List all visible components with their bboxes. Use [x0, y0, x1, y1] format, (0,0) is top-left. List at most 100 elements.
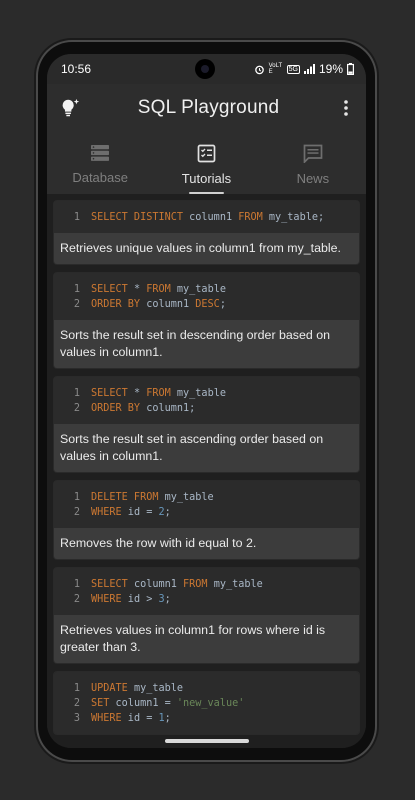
- tab-news[interactable]: News: [260, 132, 366, 194]
- line-number: 2: [73, 403, 80, 414]
- battery-icon: [347, 63, 354, 75]
- alarm-icon: [254, 65, 264, 74]
- line-number: 1: [73, 284, 80, 295]
- code-token: SELECT: [91, 388, 128, 399]
- tutorial-description: Removes the row with id equal to 2.: [54, 528, 359, 559]
- tab-bar: Database Tutorials News: [47, 132, 366, 195]
- code-token: ;: [164, 507, 171, 518]
- code-line: 1 SELECT * FROM my_table: [62, 282, 351, 297]
- code-token: ;: [164, 713, 171, 724]
- code-line: 1 DELETE FROM my_table: [62, 490, 351, 505]
- code-token: SELECT: [91, 284, 128, 295]
- code-token: FROM: [146, 388, 171, 399]
- battery-percent: 19%: [318, 62, 343, 76]
- tutorial-card[interactable]: 1 DELETE FROM my_table 2 WHERE id = 2; Remov…: [53, 480, 360, 560]
- signal-icon: [303, 64, 315, 74]
- code-token: ORDER BY: [91, 403, 141, 414]
- code-token: my_table: [207, 579, 263, 590]
- code-token: WHERE: [91, 507, 122, 518]
- tutorial-card[interactable]: 1 SELECT column1 FROM my_table 2 WHERE id >…: [53, 567, 360, 664]
- code-token: WHERE: [91, 594, 122, 605]
- code-token: my_table: [170, 388, 226, 399]
- code-token: SET: [91, 698, 110, 709]
- status-bar: 10:56 VoLTE 5G 19%: [47, 54, 366, 84]
- side-button: [375, 150, 378, 194]
- code-token: *: [127, 284, 147, 295]
- code-token: 'new_value': [176, 698, 245, 709]
- more-vert-icon[interactable]: [336, 98, 356, 118]
- code-line: 1 SELECT * FROM my_table: [62, 386, 351, 401]
- line-number: 1: [73, 212, 80, 223]
- tab-database-label: Database: [72, 170, 128, 185]
- code-token: FROM: [183, 579, 208, 590]
- sql-code-block: 1 SELECT DISTINCT column1 FROM my_table;: [54, 201, 359, 233]
- code-token: DESC: [195, 299, 220, 310]
- line-number: 2: [73, 507, 80, 518]
- code-token: my_table: [127, 683, 184, 694]
- tutorial-description: Sorts the result set in ascending order …: [54, 424, 359, 472]
- code-line: 1 SELECT column1 FROM my_table: [62, 577, 351, 592]
- tutorials-icon: [197, 144, 216, 163]
- code-token: DELETE FROM: [91, 492, 159, 503]
- code-token: column1;: [140, 403, 196, 414]
- code-line: 1 SELECT DISTINCT column1 FROM my_table;: [62, 210, 351, 225]
- tab-tutorials-label: Tutorials: [181, 171, 232, 186]
- volte-label: VoLTE: [268, 63, 283, 75]
- line-number: 1: [73, 579, 80, 590]
- code-token: *: [127, 388, 147, 399]
- code-token: my_table: [170, 284, 226, 295]
- app-bar: SQL Playground: [47, 84, 366, 132]
- code-token: id =: [121, 507, 159, 518]
- sql-code-block: 1 SELECT * FROM my_table 2 ORDER BY column1…: [54, 377, 359, 424]
- tab-tutorials[interactable]: Tutorials: [153, 132, 259, 194]
- code-token: SELECT DISTINCT: [91, 212, 184, 223]
- code-token: SELECT: [91, 579, 128, 590]
- news-icon: [303, 144, 323, 163]
- code-token: FROM: [238, 212, 263, 223]
- code-token: column1 =: [109, 698, 177, 709]
- line-number: 1: [73, 683, 80, 694]
- line-number: 2: [73, 698, 80, 709]
- code-token: my_table;: [262, 212, 325, 223]
- code-token: ;: [164, 594, 171, 605]
- volume-button: [375, 215, 378, 285]
- code-line: 2 WHERE id > 3;: [62, 592, 351, 607]
- code-line: 2 ORDER BY column1;: [62, 401, 351, 416]
- code-token: column1: [127, 579, 184, 590]
- code-line: 1 UPDATE my_table: [62, 681, 351, 696]
- code-token: column1: [183, 212, 239, 223]
- code-token: ORDER BY: [91, 299, 141, 310]
- sql-code-block: 1 SELECT * FROM my_table 2 ORDER BY column1…: [54, 273, 359, 320]
- code-token: UPDATE: [91, 683, 128, 694]
- status-icons: VoLTE 5G 19%: [254, 62, 354, 76]
- line-number: 1: [73, 388, 80, 399]
- tutorial-card[interactable]: 1 SELECT * FROM my_table 2 ORDER BY column1…: [53, 272, 360, 369]
- tutorial-card[interactable]: 1 SELECT DISTINCT column1 FROM my_table; R…: [53, 200, 360, 265]
- database-icon: [91, 145, 110, 161]
- gesture-navigation-bar[interactable]: [165, 739, 249, 743]
- tab-database[interactable]: Database: [47, 132, 153, 194]
- status-time: 10:56: [61, 62, 92, 76]
- screen: 10:56 VoLTE 5G 19% SQL Playground Databa…: [47, 54, 366, 748]
- line-number: 1: [73, 492, 80, 503]
- code-token: WHERE: [91, 713, 122, 724]
- tutorial-description: Retrieves unique values in column1 from …: [54, 233, 359, 264]
- tutorial-description: Sorts the result set in descending order…: [54, 320, 359, 368]
- tutorial-list[interactable]: 1 SELECT DISTINCT column1 FROM my_table; R…: [47, 194, 366, 748]
- code-token: id >: [121, 594, 159, 605]
- sql-code-block: 1 UPDATE my_table 2 SET column1 = 'new_valu…: [54, 672, 359, 734]
- tutorial-description: Retrieves values in column1 for rows whe…: [54, 615, 359, 663]
- tab-news-label: News: [296, 171, 330, 186]
- front-camera: [195, 59, 215, 79]
- tutorial-card[interactable]: 1 SELECT * FROM my_table 2 ORDER BY column1…: [53, 376, 360, 473]
- code-token: id =: [121, 713, 159, 724]
- code-token: my_table: [158, 492, 214, 503]
- code-line: 3 WHERE id = 1;: [62, 711, 351, 726]
- line-number: 2: [73, 299, 80, 310]
- code-token: ;: [219, 299, 226, 310]
- tutorial-card[interactable]: 1 UPDATE my_table 2 SET column1 = 'new_valu…: [53, 671, 360, 735]
- code-token: column1: [140, 299, 196, 310]
- signal-5g-label: 5G: [286, 64, 300, 74]
- lightbulb-icon[interactable]: [59, 97, 81, 119]
- app-title: SQL Playground: [137, 97, 280, 118]
